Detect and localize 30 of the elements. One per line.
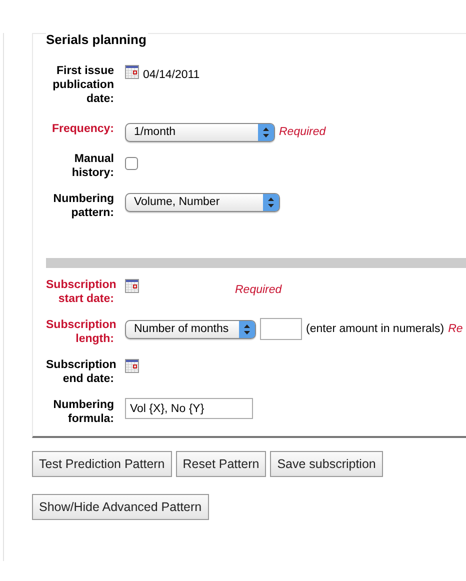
stepper-icon [258, 124, 274, 141]
checkbox[interactable] [125, 156, 138, 170]
field-label: First issue publication date: [52, 64, 114, 106]
calendar-icon[interactable] [125, 65, 139, 80]
field-label: Subscription start date: [46, 278, 114, 306]
dropdown-select[interactable]: Volume, Number [125, 192, 280, 212]
amount-field[interactable] [260, 318, 302, 340]
field-label: Subscription length: [46, 318, 114, 346]
action-button[interactable]: Reset Pattern [176, 451, 266, 478]
stepper-icon [239, 320, 255, 338]
action-button[interactable]: Show/Hide Advanced Pattern [32, 494, 209, 520]
formula-field[interactable]: Vol {X}, No {Y} [125, 398, 253, 420]
field-label: Frequency: [51, 122, 114, 136]
field-label: Subscription end date: [46, 358, 114, 386]
required-note: Re [448, 322, 463, 337]
action-button[interactable]: Save subscription [270, 451, 383, 478]
section-title: Serials planning [46, 30, 148, 50]
stepper-icon [263, 194, 279, 211]
calendar-icon[interactable] [125, 359, 139, 374]
action-button[interactable]: Test Prediction Pattern [32, 451, 172, 478]
hint-text: (enter amount in numerals) [306, 322, 444, 337]
required-note: Required [279, 124, 326, 140]
required-note: Required [235, 283, 282, 298]
dropdown-select[interactable]: 1/month [125, 122, 275, 142]
field-label: Manual history: [70, 152, 114, 180]
field-label: Numbering pattern: [52, 192, 114, 220]
date-value: 04/14/2011 [143, 68, 200, 84]
calendar-icon[interactable] [125, 279, 139, 294]
dropdown-select[interactable]: Number of months [125, 320, 256, 339]
field-label: Numbering formula: [52, 398, 114, 426]
